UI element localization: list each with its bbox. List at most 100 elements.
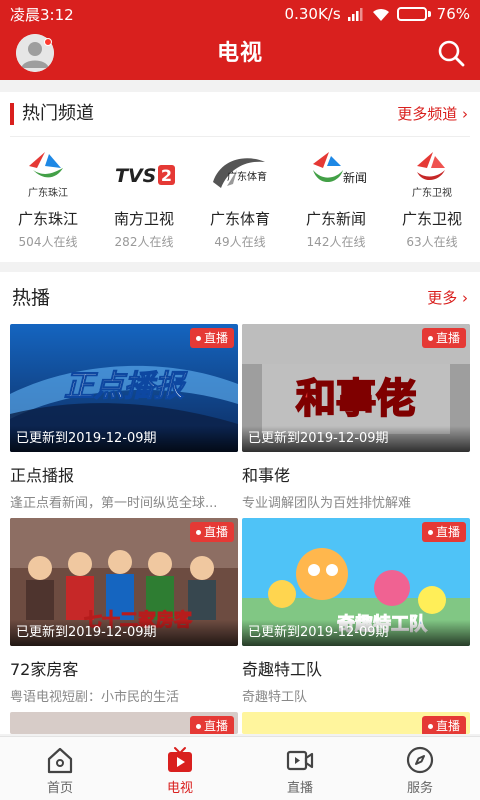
program-title: 72家房客 xyxy=(10,660,79,679)
update-caption: 已更新到2019-12-09期 xyxy=(242,426,470,452)
chevron-right-icon: › xyxy=(462,105,468,123)
program-desc: 粤语电视短剧：小市民的生活 xyxy=(10,690,180,705)
nav-item-service[interactable]: 服务 xyxy=(360,737,480,800)
channel-viewers: 63人在线 xyxy=(406,235,458,249)
bottom-nav: 首页 电视 直播 服务 xyxy=(0,736,480,800)
program-desc: 逢正点看新闻，第一时间纵览全球... xyxy=(10,496,218,511)
channel-name: 广东卫视 xyxy=(401,210,462,228)
program-card-zhengdian[interactable]: 正点播报 直播 已更新到2019-12-09期 正点播报 逢正点看新闻，第一时间… xyxy=(10,324,238,511)
live-dot-icon xyxy=(195,723,201,729)
program-desc: 奇趣特工队 xyxy=(242,690,308,705)
channel-viewers: 504人在线 xyxy=(18,235,78,249)
svg-text:广东卫视: 广东卫视 xyxy=(412,186,452,199)
svg-text:和事佬: 和事佬 xyxy=(296,376,416,422)
wifi-icon xyxy=(372,8,389,21)
section-accent-bar xyxy=(10,103,14,125)
hot-channels-title: 热门频道 xyxy=(22,103,94,124)
update-caption: 已更新到2019-12-09期 xyxy=(242,620,470,646)
live-dot-icon xyxy=(427,529,433,535)
program-thumbnail[interactable]: 七十二家房客 直播 已更新到2019-12-09期 xyxy=(10,518,238,646)
update-caption: 已更新到2019-12-09期 xyxy=(10,426,238,452)
update-caption: 已更新到2019-12-09期 xyxy=(10,620,238,646)
search-icon[interactable] xyxy=(436,38,466,68)
live-badge: 直播 xyxy=(421,522,466,542)
status-right: 0.30K/s 76% xyxy=(285,5,470,23)
hot-play-title: 热播 xyxy=(12,287,51,309)
live-badge: 直播 xyxy=(189,522,234,542)
channel-name: 广东体育 xyxy=(209,210,270,228)
hot-play-more-link[interactable]: 更多 › xyxy=(427,272,468,324)
battery-icon xyxy=(396,7,431,21)
program-thumbnail[interactable]: 奇趣特工队 直播 已更新到2019-12-09期 xyxy=(242,518,470,646)
program-card-72-tenants[interactable]: 七十二家房客 直播 已更新到2019-12-09期 72家房客 粤语电视短剧：小… xyxy=(10,518,238,705)
more-channels-link[interactable]: 更多频道 › xyxy=(397,92,468,136)
svg-text:新闻: 新闻 xyxy=(343,170,367,185)
program-title: 和事佬 xyxy=(242,466,291,485)
channel-name: 广东新闻 xyxy=(305,210,366,228)
more-channels-label: 更多频道 xyxy=(397,105,458,123)
hot-channels-header: 热门频道 更多频道 › xyxy=(0,92,480,136)
channel-viewers: 142人在线 xyxy=(306,235,366,249)
channel-item-sports[interactable]: 广东体育 广东体育 49人在线 xyxy=(192,144,288,256)
live-badge: 直播 xyxy=(189,716,234,734)
sports-logo-icon: 广东体育 xyxy=(213,158,267,188)
status-time: 凌晨3:12 xyxy=(10,5,74,24)
status-bar: 凌晨3:12 0.30K/s 76% xyxy=(0,0,480,28)
satellite-logo-icon: 广东卫视 xyxy=(412,152,452,199)
svg-text:TVS: TVS xyxy=(115,165,156,187)
notification-dot xyxy=(44,38,52,46)
program-card-partial[interactable]: 直播 xyxy=(242,712,470,734)
zhujiang-logo-icon: 广东珠江 xyxy=(28,152,68,199)
channel-list: 广东珠江 广东珠江 504人在线 TVS 2 南方卫视 282人在线 广东体育 … xyxy=(0,144,480,256)
svg-text:2: 2 xyxy=(161,166,172,185)
channel-name: 广东珠江 xyxy=(17,210,78,228)
battery-percent: 76% xyxy=(436,5,470,23)
program-title: 正点播报 xyxy=(10,466,75,485)
live-dot-icon xyxy=(195,529,201,535)
svg-text:广东珠江: 广东珠江 xyxy=(28,186,68,199)
page-title: 电视 xyxy=(216,41,263,66)
home-icon xyxy=(47,747,73,774)
program-card-qiqu[interactable]: 奇趣特工队 直播 已更新到2019-12-09期 奇趣特工队 奇趣特工队 xyxy=(242,518,470,705)
channel-viewers: 282人在线 xyxy=(114,235,174,249)
program-thumbnail[interactable]: 直播 xyxy=(242,712,470,734)
hot-channels-section: 热门频道 更多频道 › 广东珠江 广东珠江 504人在线 TVS 2 南方卫视 … xyxy=(0,92,480,262)
live-dot-icon xyxy=(427,723,433,729)
channel-item-nanfang[interactable]: TVS 2 南方卫视 282人在线 xyxy=(96,144,192,256)
nav-label: 首页 xyxy=(46,781,73,796)
program-card-heshilao[interactable]: 和事佬 直播 已更新到2019-12-09期 和事佬 专业调解团队为百姓排忧解难 xyxy=(242,324,470,511)
hot-play-section: 热播 更多 › 正点播报 直播 已更新到2019-12-09期 正点播报 逢正点… xyxy=(0,272,480,734)
svg-text:广东体育: 广东体育 xyxy=(227,170,267,183)
channel-item-zhujiang[interactable]: 广东珠江 广东珠江 504人在线 xyxy=(0,144,96,256)
program-thumbnail[interactable]: 直播 xyxy=(10,712,238,734)
program-thumbnail[interactable]: 正点播报 直播 已更新到2019-12-09期 xyxy=(10,324,238,452)
channel-item-news[interactable]: 新闻 广东新闻 142人在线 xyxy=(288,144,384,256)
live-dot-icon xyxy=(195,335,201,341)
live-badge: 直播 xyxy=(421,716,466,734)
live-camera-icon xyxy=(286,750,314,771)
nav-item-home[interactable]: 首页 xyxy=(0,737,120,800)
program-thumbnail[interactable]: 和事佬 直播 已更新到2019-12-09期 xyxy=(242,324,470,452)
program-desc: 专业调解团队为百姓排忧解难 xyxy=(242,496,412,511)
network-speed: 0.30K/s xyxy=(284,5,341,23)
app-header: 电视 xyxy=(0,28,480,80)
app-root: 凌晨3:12 0.30K/s 76% 电视 热门频道 更多频道 › 广东珠江 广… xyxy=(0,0,480,800)
live-badge: 直播 xyxy=(189,328,234,348)
news-logo-icon: 新闻 xyxy=(313,152,367,185)
nav-item-tv[interactable]: 电视 xyxy=(120,737,240,800)
live-badge: 直播 xyxy=(421,328,466,348)
program-title: 奇趣特工队 xyxy=(242,660,323,679)
tvs2-logo-icon: TVS 2 xyxy=(113,164,175,187)
tv-icon xyxy=(168,747,192,772)
live-dot-icon xyxy=(427,335,433,341)
channel-name: 南方卫视 xyxy=(113,210,174,228)
hot-play-more-label: 更多 xyxy=(427,289,458,307)
channel-item-satellite[interactable]: 广东卫视 广东卫视 63人在线 xyxy=(384,144,480,256)
nav-item-live[interactable]: 直播 xyxy=(240,737,360,800)
nav-label: 服务 xyxy=(406,781,433,796)
nav-label: 直播 xyxy=(286,781,313,796)
channel-viewers: 49人在线 xyxy=(214,235,266,249)
divider xyxy=(10,136,470,137)
svg-text:正点播报: 正点播报 xyxy=(64,369,188,404)
program-card-partial[interactable]: 直播 xyxy=(10,712,238,734)
